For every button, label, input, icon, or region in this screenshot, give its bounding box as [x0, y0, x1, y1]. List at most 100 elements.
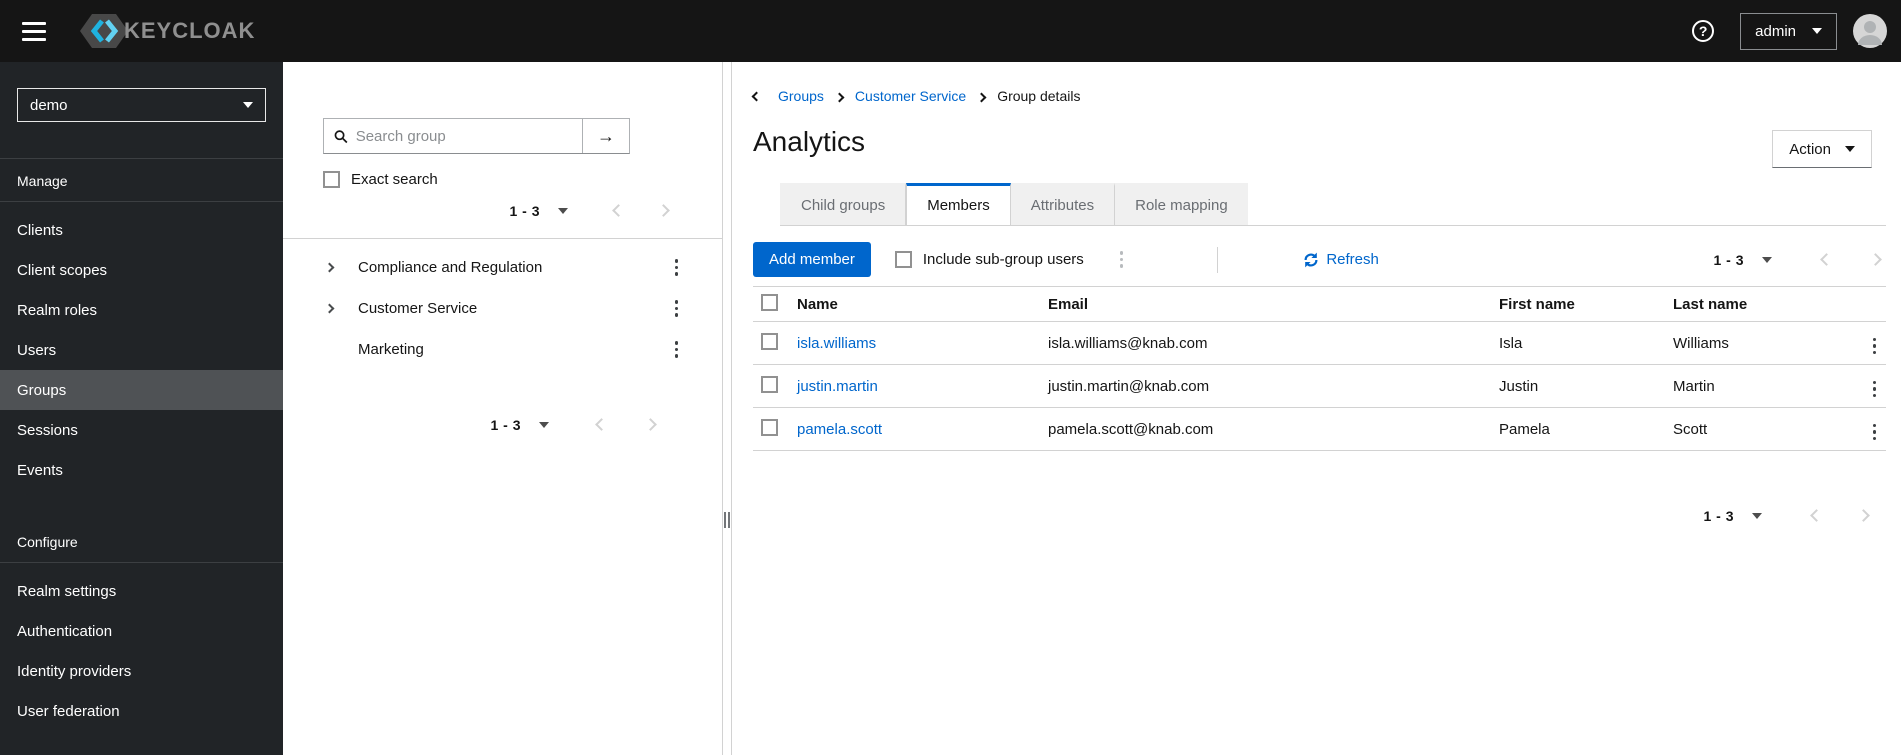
divider	[1217, 246, 1219, 273]
realm-name: demo	[30, 96, 68, 114]
sidebar-item-realm-settings[interactable]: Realm settings	[0, 571, 283, 611]
member-last-name: Williams	[1673, 334, 1729, 352]
member-first-name: Pamela	[1499, 420, 1550, 438]
tab-members[interactable]: Members	[906, 183, 1011, 225]
next-page-button[interactable]	[1855, 507, 1872, 524]
chevron-right-icon	[976, 88, 987, 104]
kebab-menu-icon[interactable]	[671, 255, 683, 280]
chevron-right-icon[interactable]	[324, 303, 336, 314]
prev-page-button[interactable]	[593, 416, 610, 433]
include-subgroups-control: Include sub-group users	[894, 251, 1084, 268]
member-name-link[interactable]: justin.martin	[797, 378, 878, 395]
table-row: justin.martin justin.martin@knab.com Jus…	[753, 365, 1886, 408]
refresh-label: Refresh	[1326, 251, 1379, 268]
member-name-link[interactable]: pamela.scott	[797, 421, 882, 438]
group-name: Marketing	[358, 341, 424, 358]
avatar[interactable]	[1853, 14, 1887, 48]
sidebar-item-authentication[interactable]: Authentication	[0, 611, 283, 651]
sidebar: demo Manage Clients Client scopes Realm …	[0, 62, 283, 755]
kebab-menu-icon[interactable]	[1869, 334, 1881, 359]
sidebar-item-client-scopes[interactable]: Client scopes	[0, 250, 283, 290]
tab-label: Role mapping	[1135, 197, 1228, 214]
masthead-right: ? admin	[1692, 12, 1901, 50]
sidebar-item-sessions[interactable]: Sessions	[0, 410, 283, 450]
search-box	[324, 119, 582, 153]
member-email: pamela.scott@knab.com	[1048, 420, 1214, 438]
sidebar-item-user-federation[interactable]: User federation	[0, 691, 283, 731]
username-label: admin	[1755, 22, 1796, 40]
tree-row-compliance-and-regulation[interactable]: Compliance and Regulation	[283, 247, 722, 288]
include-subgroups-checkbox[interactable]	[894, 251, 912, 268]
prev-page-button[interactable]	[1818, 251, 1835, 268]
kebab-menu-icon[interactable]	[1869, 420, 1881, 445]
next-page-button[interactable]	[642, 416, 659, 433]
chevron-left-icon[interactable]	[751, 91, 762, 101]
add-member-button[interactable]: Add member	[753, 242, 871, 277]
breadcrumb-link-customer-service[interactable]: Customer Service	[855, 88, 966, 104]
search-submit-button[interactable]: →	[582, 119, 629, 153]
kebab-menu-icon[interactable]	[1116, 247, 1128, 272]
tab-child-groups[interactable]: Child groups	[780, 183, 907, 225]
chevron-down-icon[interactable]	[539, 421, 549, 428]
sidebar-item-clients[interactable]: Clients	[0, 210, 283, 250]
chevron-down-icon[interactable]	[558, 207, 568, 214]
action-dropdown-button[interactable]: Action	[1772, 130, 1872, 168]
sidebar-section-configure: Configure	[17, 534, 78, 550]
group-name: Customer Service	[358, 300, 478, 317]
avatar-icon	[1853, 14, 1887, 48]
sidebar-item-label: Sessions	[17, 421, 78, 439]
group-name: Compliance and Regulation	[358, 259, 543, 276]
member-last-name: Martin	[1673, 377, 1715, 395]
sidebar-item-identity-providers[interactable]: Identity providers	[0, 651, 283, 691]
chevron-right-icon[interactable]	[324, 262, 336, 273]
breadcrumb-link-groups[interactable]: Groups	[778, 88, 824, 104]
kebab-menu-icon[interactable]	[671, 296, 683, 321]
chevron-down-icon[interactable]	[1762, 256, 1772, 263]
chevron-down-icon[interactable]	[1752, 512, 1762, 519]
sidebar-item-label: Realm roles	[17, 301, 98, 319]
kebab-menu-icon[interactable]	[671, 337, 683, 362]
chevron-right-icon	[834, 88, 845, 104]
exact-search-row: Exact search	[323, 171, 722, 188]
sidebar-item-realm-roles[interactable]: Realm roles	[0, 290, 283, 330]
row-checkbox[interactable]	[761, 375, 778, 393]
next-page-button[interactable]	[1867, 251, 1884, 268]
tree-row-customer-service[interactable]: Customer Service	[283, 288, 722, 329]
pagination-range: 1 - 3	[1713, 251, 1744, 268]
member-email: isla.williams@knab.com	[1048, 334, 1208, 352]
exact-search-checkbox[interactable]	[323, 171, 340, 188]
chevron-down-icon	[243, 102, 253, 108]
row-checkbox[interactable]	[761, 418, 778, 436]
member-name-link[interactable]: isla.williams	[797, 335, 876, 352]
exact-search-label: Exact search	[351, 171, 438, 188]
sidebar-item-groups[interactable]: Groups	[0, 370, 283, 410]
hamburger-menu-icon[interactable]	[18, 18, 50, 45]
keycloak-logo-icon	[80, 14, 128, 48]
search-group-input[interactable]	[355, 127, 582, 145]
sidebar-item-events[interactable]: Events	[0, 450, 283, 490]
kebab-menu-icon[interactable]	[1869, 377, 1881, 402]
sidebar-item-label: Groups	[17, 381, 67, 399]
column-header-name: Name	[797, 295, 838, 313]
user-menu-dropdown[interactable]: admin	[1740, 12, 1837, 50]
pagination-range: 1 - 3	[1703, 507, 1734, 524]
refresh-button[interactable]: Refresh	[1303, 251, 1379, 268]
realm-selector[interactable]: demo	[17, 88, 266, 122]
prev-page-button[interactable]	[1808, 507, 1825, 524]
row-checkbox[interactable]	[761, 332, 778, 350]
sidebar-item-users[interactable]: Users	[0, 330, 283, 370]
next-page-button[interactable]	[655, 202, 672, 219]
tab-role-mapping[interactable]: Role mapping	[1115, 183, 1248, 225]
group-search: →	[323, 118, 630, 154]
sidebar-item-label: Identity providers	[17, 662, 132, 680]
members-pagination-bottom: 1 - 3	[753, 507, 1872, 524]
panel-resize-handle[interactable]	[723, 62, 732, 755]
tab-attributes[interactable]: Attributes	[1010, 183, 1116, 225]
prev-page-button[interactable]	[610, 202, 627, 219]
tree-row-marketing[interactable]: Marketing	[283, 329, 722, 370]
member-last-name: Scott	[1673, 420, 1708, 438]
page-title: Analytics	[753, 126, 866, 157]
select-all-checkbox[interactable]	[761, 293, 778, 311]
help-icon[interactable]: ?	[1692, 20, 1715, 42]
member-first-name: Isla	[1499, 334, 1523, 352]
